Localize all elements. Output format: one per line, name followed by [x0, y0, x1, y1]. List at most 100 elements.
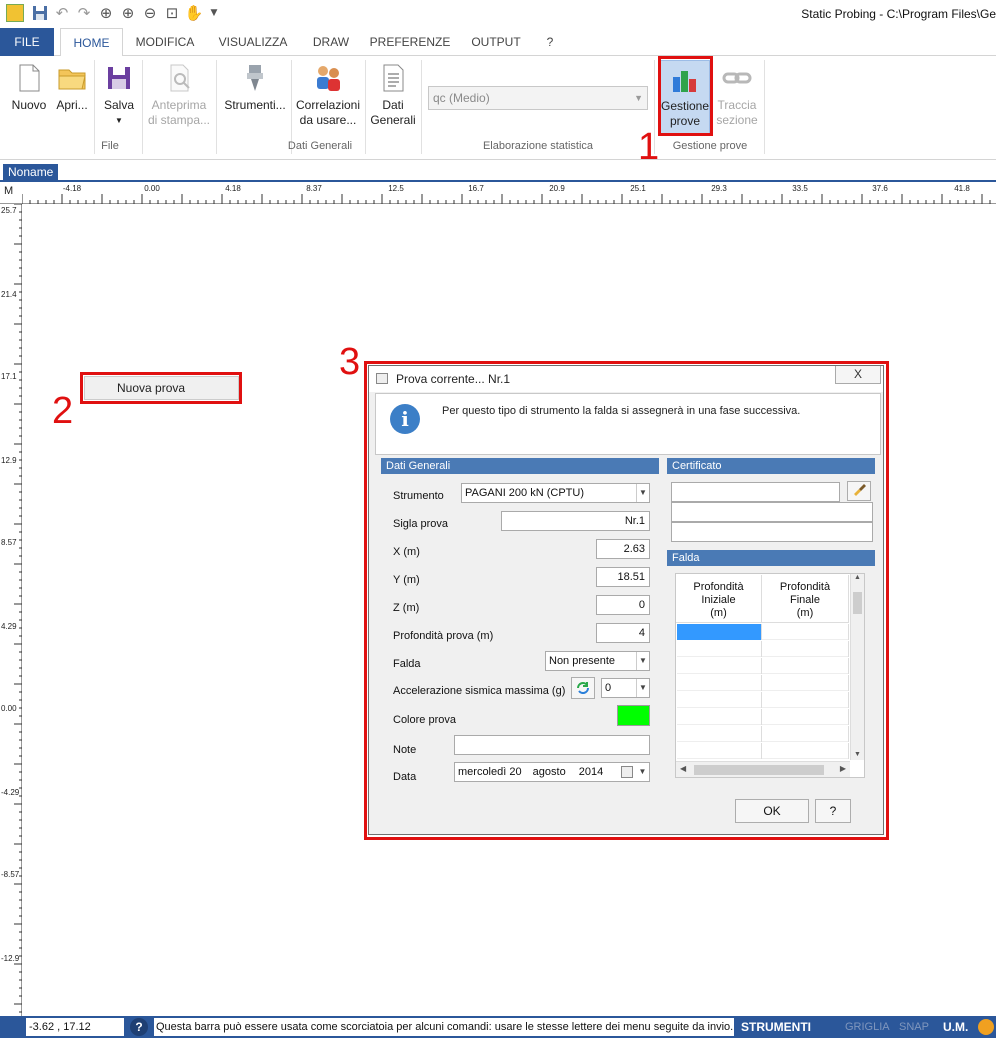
dropdown-icon[interactable]: ▼ — [205, 4, 223, 22]
data-picker[interactable]: mercoledì 20 agosto 2014 ▼ — [454, 762, 650, 782]
gestione-prove-button[interactable]: Gestione prove — [660, 60, 710, 134]
certificato-line-2[interactable] — [671, 502, 873, 522]
ruler-h-label: 37.6 — [872, 184, 888, 193]
correlazioni-button[interactable]: Correlazioni da usare... — [294, 60, 362, 128]
table-cell[interactable] — [763, 743, 849, 759]
colore-swatch[interactable] — [617, 705, 650, 726]
command-bar[interactable]: Questa barra può essere usata come scorc… — [154, 1018, 734, 1036]
document-tab[interactable]: Noname — [3, 164, 58, 181]
clear-brush-button[interactable] — [847, 481, 871, 501]
save-icon[interactable] — [31, 4, 49, 22]
snap-toggle[interactable]: SNAP — [899, 1021, 929, 1033]
zoom-out-icon[interactable]: ⊖ — [141, 4, 159, 22]
strumento-select[interactable]: PAGANI 200 kN (CPTU) ▼ — [461, 483, 650, 503]
strumenti-button[interactable]: Strumenti... — [222, 60, 288, 113]
table-row[interactable] — [677, 726, 849, 742]
undo-icon[interactable]: ↶ — [53, 4, 71, 22]
table-row[interactable] — [677, 624, 849, 640]
ribbon-tabs: FILE HOME MODIFICA VISUALIZZA DRAW PREFE… — [0, 28, 996, 57]
table-cell[interactable] — [763, 726, 849, 742]
nuova-prova-menu-item[interactable]: Nuova prova — [84, 376, 239, 400]
y-input[interactable]: 18.51 — [596, 567, 650, 587]
table-row[interactable] — [677, 658, 849, 674]
table-row[interactable] — [677, 709, 849, 725]
table-cell[interactable] — [763, 692, 849, 708]
griglia-toggle[interactable]: GRIGLIA — [845, 1021, 890, 1033]
group-file-label: File — [101, 140, 119, 152]
tab-output[interactable]: OUTPUT — [463, 28, 529, 56]
nuovo-button[interactable]: Nuovo — [6, 60, 52, 113]
salva-dropdown-icon[interactable]: ▼ — [98, 113, 140, 128]
statistica-combo[interactable]: qc (Medio) ▼ — [428, 86, 648, 110]
z-input[interactable]: 0 — [596, 595, 650, 615]
tab-file[interactable]: FILE — [0, 28, 54, 56]
traccia-sezione-button[interactable]: Traccia sezione — [714, 60, 760, 128]
table-cell[interactable] — [677, 675, 762, 691]
scroll-right-icon[interactable]: ▶ — [840, 764, 846, 773]
apri-button[interactable]: Apri... — [52, 60, 92, 113]
tab-modifica[interactable]: MODIFICA — [128, 28, 202, 56]
tab-draw[interactable]: DRAW — [304, 28, 358, 56]
group-dati-generali-label: Dati Generali — [287, 140, 353, 152]
h-scroll-thumb[interactable] — [694, 765, 824, 775]
table-cell[interactable] — [763, 658, 849, 674]
certificato-input[interactable] — [671, 482, 840, 502]
anteprima-label-2: di stampa... — [147, 113, 211, 127]
salva-button[interactable]: Salva ▼ — [98, 60, 140, 128]
dati-generali-button[interactable]: Dati Generali — [368, 60, 418, 128]
table-cell[interactable] — [677, 743, 762, 759]
gestione-label-1: Gestione — [661, 99, 710, 113]
profondita-input[interactable]: 4 — [596, 623, 650, 643]
table-cell[interactable] — [763, 624, 849, 640]
table-cell[interactable] — [677, 641, 762, 657]
scroll-down-icon[interactable]: ▼ — [851, 751, 864, 758]
gestione-label-2: prove — [669, 114, 701, 128]
tab-preferenze[interactable]: PREFERENZE — [368, 28, 452, 56]
falda-select[interactable]: Non presente ▼ — [545, 651, 650, 671]
x-input[interactable]: 2.63 — [596, 539, 650, 559]
zoom-in-icon[interactable]: ⊕ — [119, 4, 137, 22]
table-row[interactable] — [677, 675, 849, 691]
scroll-up-icon[interactable]: ▲ — [851, 574, 864, 581]
table-cell[interactable] — [677, 709, 762, 725]
table-cell[interactable] — [763, 709, 849, 725]
ok-button[interactable]: OK — [735, 799, 809, 823]
table-row[interactable] — [677, 692, 849, 708]
data-label: Data — [393, 771, 417, 783]
close-button[interactable]: X — [835, 366, 881, 384]
table-cell[interactable] — [763, 641, 849, 657]
anteprima-button[interactable]: Anteprima di stampa... — [146, 60, 212, 128]
scroll-thumb[interactable] — [853, 592, 862, 614]
table-cell[interactable] — [763, 675, 849, 691]
tab-help[interactable]: ? — [538, 28, 562, 56]
table-cell[interactable] — [677, 726, 762, 742]
horizontal-scrollbar[interactable]: ◀ ▶ — [676, 761, 850, 777]
vertical-scrollbar[interactable]: ▲ ▼ — [850, 574, 864, 760]
accelerazione-select[interactable]: 0 ▼ — [601, 678, 650, 698]
unita-misura[interactable]: U.M. — [943, 1020, 968, 1034]
refresh-button[interactable] — [571, 677, 595, 699]
salva-label: Salva — [103, 98, 135, 112]
zoom-window-icon[interactable]: ⊡ — [163, 4, 181, 22]
certificato-line-3[interactable] — [671, 522, 873, 542]
strumenti-status[interactable]: STRUMENTI — [741, 1020, 811, 1034]
table-row[interactable] — [677, 641, 849, 657]
table-cell[interactable] — [677, 624, 762, 640]
separator — [216, 60, 217, 154]
help-button[interactable]: ? — [815, 799, 851, 823]
table-cell[interactable] — [677, 658, 762, 674]
table-row[interactable] — [677, 743, 849, 759]
table-cell[interactable] — [677, 692, 762, 708]
sigla-input[interactable]: Nr.1 — [501, 511, 650, 531]
falda-label: Falda — [393, 658, 421, 670]
scroll-left-icon[interactable]: ◀ — [680, 764, 686, 773]
falda-table[interactable]: Profondità Iniziale (m) Profondità Final… — [675, 573, 865, 778]
zoom-fit-icon[interactable]: ⊕ — [97, 4, 115, 22]
note-input[interactable] — [454, 735, 650, 755]
tab-home[interactable]: HOME — [60, 28, 123, 57]
redo-icon[interactable]: ↷ — [75, 4, 93, 22]
help-icon[interactable]: ? — [130, 1018, 148, 1036]
warning-icon[interactable] — [978, 1019, 994, 1035]
tab-visualizza[interactable]: VISUALIZZA — [212, 28, 294, 56]
pan-hand-icon[interactable]: ✋ — [185, 4, 204, 22]
